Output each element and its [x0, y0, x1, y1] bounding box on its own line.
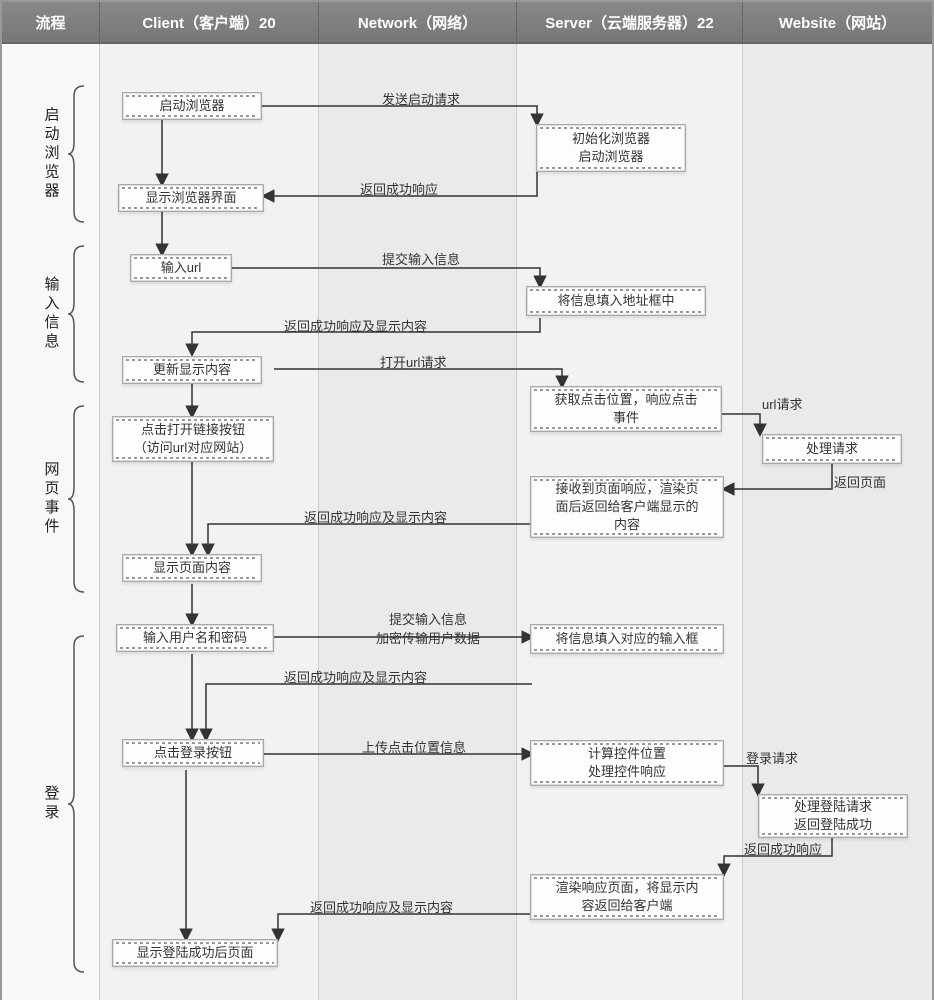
msg-open-url: 打开url请求: [380, 352, 446, 371]
stage-label: 登录: [41, 785, 62, 823]
box-show-browser-ui: 显示浏览器界面: [118, 184, 264, 212]
msg-return-ok-display4: 返回成功响应及显示内容: [310, 897, 453, 916]
box-process-login: 处理登陆请求 返回登陆成功: [758, 794, 908, 838]
stage-login: 登录: [14, 634, 88, 974]
box-calc-control: 计算控件位置 处理控件响应: [530, 740, 724, 786]
box-input-credentials: 输入用户名和密码: [116, 624, 274, 652]
box-show-page: 显示页面内容: [122, 554, 262, 582]
header-client: Client（客户端）20: [100, 2, 319, 42]
box-click-login: 点击登录按钮: [122, 739, 264, 767]
box-process-request: 处理请求: [762, 434, 902, 464]
box-fill-input: 将信息填入对应的输入框: [530, 624, 724, 654]
msg-upload-click: 上传点击位置信息: [362, 737, 466, 756]
box-init-browser: 初始化浏览器 启动浏览器: [536, 124, 686, 172]
stage-page-event: 网页事件: [14, 404, 88, 594]
box-input-url: 输入url: [130, 254, 232, 282]
header-process: 流程: [2, 2, 100, 42]
msg-url-request: url请求: [762, 394, 802, 413]
stage-label: 启动浏览器: [41, 107, 62, 202]
msg-submit-input: 提交输入信息: [382, 249, 460, 268]
msg-send-start: 发送启动请求: [382, 89, 460, 108]
box-get-click: 获取点击位置，响应点击 事件: [530, 386, 722, 432]
msg-submit-encrypt: 提交输入信息 加密传输用户数据: [376, 609, 480, 647]
stage-input-info: 输入信息: [14, 244, 88, 384]
stage-start-browser: 启动浏览器: [14, 84, 88, 224]
box-update-display: 更新显示内容: [122, 356, 262, 384]
msg-return-ok-display2: 返回成功响应及显示内容: [304, 507, 447, 526]
msg-return-ok-display1: 返回成功响应及显示内容: [284, 316, 427, 335]
msg-return-page: 返回页面: [834, 472, 886, 491]
header-server: Server（云端服务器）22: [517, 2, 743, 42]
box-start-browser: 启动浏览器: [122, 92, 262, 120]
diagram-body: 启动浏览器 输入信息 网页事件 登录: [2, 44, 932, 1000]
box-fill-address: 将信息填入地址框中: [526, 286, 706, 316]
stage-label: 输入信息: [41, 276, 62, 352]
header-website: Website（网站）: [743, 2, 932, 42]
box-receive-render: 接收到页面响应，渲染页 面后返回给客户端显示的 内容: [530, 476, 724, 538]
msg-return-ok-display3: 返回成功响应及显示内容: [284, 667, 427, 686]
swimlane-header: 流程 Client（客户端）20 Network（网络） Server（云端服务…: [2, 2, 932, 44]
msg-return-ok1: 返回成功响应: [360, 179, 438, 198]
box-render-response: 渲染响应页面，将显示内 容返回给客户端: [530, 874, 724, 920]
msg-login-request: 登录请求: [746, 748, 798, 767]
box-login-success: 显示登陆成功后页面: [112, 939, 278, 967]
header-network: Network（网络）: [319, 2, 517, 42]
box-click-link: 点击打开链接按钮 （访问url对应网站）: [112, 416, 274, 462]
msg-return-ok2: 返回成功响应: [744, 839, 822, 858]
stage-label: 网页事件: [41, 461, 62, 537]
